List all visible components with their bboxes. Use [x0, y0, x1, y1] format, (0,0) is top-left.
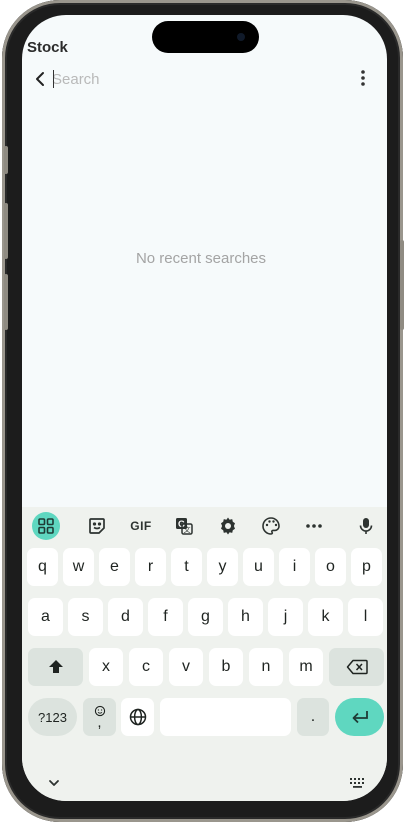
key-l[interactable]: l	[348, 598, 383, 636]
empty-state-message: No recent searches	[135, 250, 267, 267]
chevron-down-icon[interactable]	[44, 773, 64, 793]
translate-icon[interactable]: G文	[170, 512, 198, 540]
key-q[interactable]: q	[27, 548, 58, 586]
key-w[interactable]: w	[63, 548, 94, 586]
key-h[interactable]: h	[228, 598, 263, 636]
search-input[interactable]	[52, 68, 332, 90]
comma-label: ,	[97, 713, 102, 731]
backspace-key[interactable]	[329, 648, 384, 686]
key-g[interactable]: g	[188, 598, 223, 636]
key-m[interactable]: m	[289, 648, 323, 686]
app-title: Stock	[27, 39, 68, 56]
enter-icon	[352, 711, 368, 724]
dynamic-island	[152, 21, 259, 53]
palette-icon[interactable]	[257, 512, 285, 540]
svg-text:文: 文	[184, 525, 191, 534]
key-i[interactable]: i	[279, 548, 310, 586]
key-o[interactable]: o	[315, 548, 346, 586]
key-p[interactable]: p	[351, 548, 382, 586]
key-s[interactable]: s	[68, 598, 103, 636]
key-c[interactable]: c	[129, 648, 163, 686]
key-e[interactable]: e	[99, 548, 130, 586]
keyboard-toolbar: GIF G文	[22, 507, 387, 545]
search-bar	[22, 65, 387, 93]
sticker-icon[interactable]	[83, 512, 111, 540]
space-key[interactable]	[160, 698, 291, 736]
emoji-comma-key[interactable]: ,	[83, 698, 116, 736]
more-horizontal-icon[interactable]	[300, 512, 328, 540]
mic-icon[interactable]	[352, 512, 380, 540]
key-v[interactable]: v	[169, 648, 203, 686]
backspace-icon	[346, 659, 368, 675]
screen: Stock No recent searches GIF G文	[22, 15, 387, 801]
keyboard-nav-bar	[22, 769, 387, 801]
key-j[interactable]: j	[268, 598, 303, 636]
key-d[interactable]: d	[108, 598, 143, 636]
camera-icon	[237, 33, 245, 41]
key-k[interactable]: k	[308, 598, 343, 636]
key-t[interactable]: t	[171, 548, 202, 586]
key-u[interactable]: u	[243, 548, 274, 586]
power-button	[400, 240, 404, 330]
key-n[interactable]: n	[249, 648, 283, 686]
key-a[interactable]: a	[28, 598, 63, 636]
globe-icon	[129, 708, 146, 726]
apps-grid-icon[interactable]	[32, 512, 60, 540]
key-y[interactable]: y	[207, 548, 238, 586]
key-f[interactable]: f	[148, 598, 183, 636]
gif-button[interactable]: GIF	[126, 512, 156, 540]
more-vertical-icon[interactable]	[351, 67, 375, 91]
keyboard-switch-icon[interactable]	[348, 775, 368, 791]
period-key[interactable]: .	[297, 698, 329, 736]
enter-key[interactable]	[335, 698, 384, 736]
soft-keyboard: GIF G文 q w e r t y u i o p a s d f g h j…	[22, 507, 387, 801]
settings-icon[interactable]	[214, 512, 242, 540]
text-cursor	[53, 70, 54, 88]
back-arrow-icon[interactable]	[28, 67, 52, 91]
key-r[interactable]: r	[135, 548, 166, 586]
gif-label: GIF	[130, 519, 152, 533]
action-button	[4, 146, 8, 174]
language-key[interactable]	[121, 698, 154, 736]
key-b[interactable]: b	[209, 648, 243, 686]
shift-icon	[48, 660, 63, 673]
volume-down-button	[4, 274, 8, 330]
symbols-key[interactable]: ?123	[28, 698, 77, 736]
key-x[interactable]: x	[89, 648, 123, 686]
shift-key[interactable]	[28, 648, 83, 686]
volume-up-button	[4, 203, 8, 259]
